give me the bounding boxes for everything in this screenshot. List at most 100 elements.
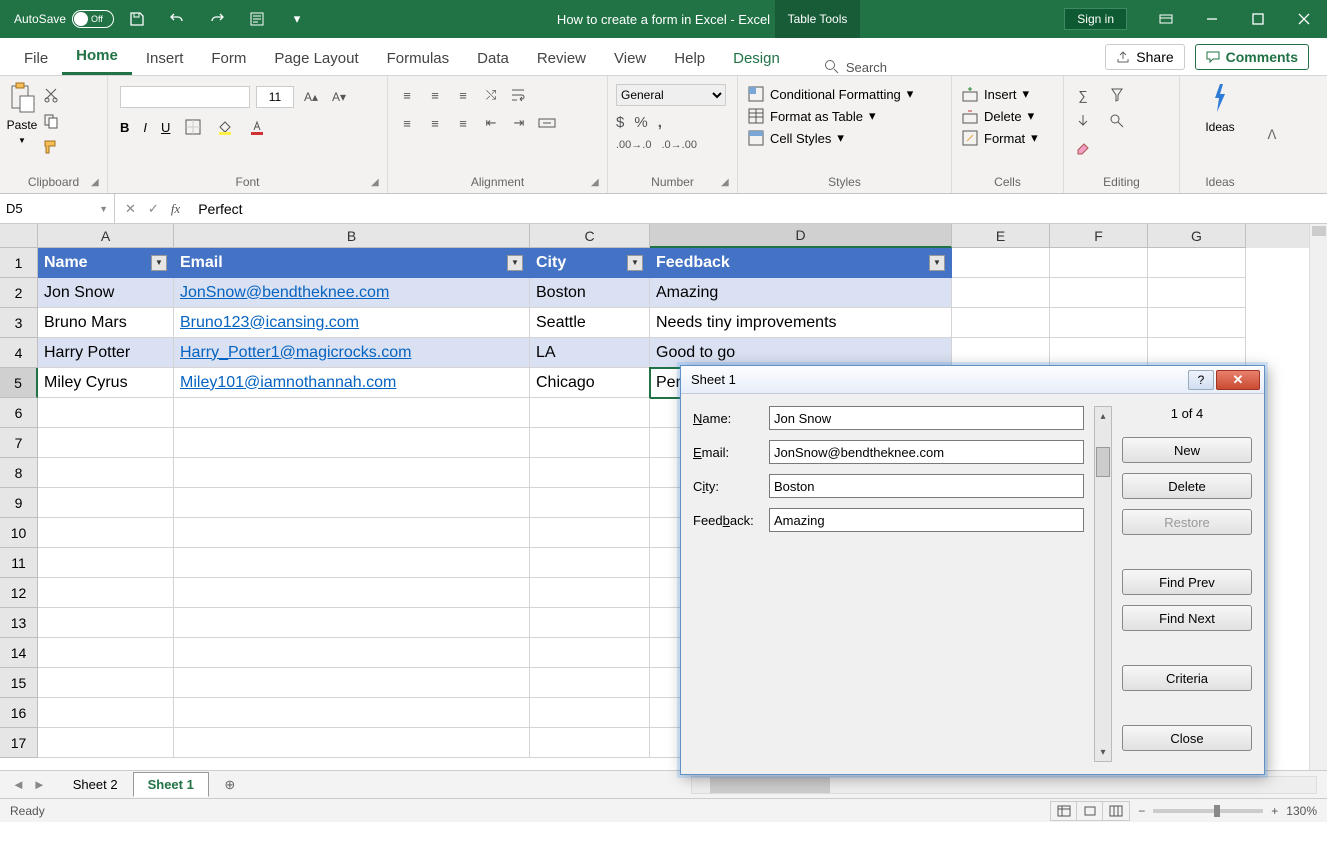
bold-button[interactable]: B <box>120 120 129 135</box>
number-launcher[interactable]: ◢ <box>721 177 735 191</box>
cell[interactable] <box>952 308 1050 338</box>
minimize-icon[interactable] <box>1189 0 1235 38</box>
cell[interactable] <box>38 728 174 758</box>
paste-button[interactable]: Paste ▼ <box>6 82 38 145</box>
cell[interactable]: Feedback▼ <box>650 248 952 278</box>
align-middle-icon[interactable]: ≡ <box>426 86 444 104</box>
search-box[interactable]: Search <box>824 59 887 75</box>
column-header[interactable]: A <box>38 224 174 248</box>
decrease-decimal-icon[interactable]: .0→.00 <box>661 139 696 151</box>
column-header[interactable]: F <box>1050 224 1148 248</box>
align-left-icon[interactable]: ≡ <box>398 114 416 132</box>
row-header[interactable]: 5 <box>0 368 38 398</box>
zoom-level[interactable]: 130% <box>1286 804 1317 818</box>
font-name-input[interactable] <box>120 86 250 108</box>
qat-customize-icon[interactable]: ▾ <box>286 8 308 30</box>
ideas-button[interactable]: Ideas <box>1205 82 1235 134</box>
dialog-close-icon[interactable]: ✕ <box>1216 370 1260 390</box>
cell[interactable] <box>530 578 650 608</box>
row-header[interactable]: 4 <box>0 338 38 368</box>
tab-help[interactable]: Help <box>660 42 719 75</box>
select-all-corner[interactable] <box>0 224 38 248</box>
tab-form[interactable]: Form <box>197 42 260 75</box>
cell[interactable] <box>174 488 530 518</box>
filter-icon[interactable]: ▼ <box>507 255 523 271</box>
align-bottom-icon[interactable]: ≡ <box>454 86 472 104</box>
signin-button[interactable]: Sign in <box>1064 8 1127 30</box>
cancel-formula-icon[interactable]: ✕ <box>125 201 136 217</box>
dialog-scrollbar[interactable]: ▴ ▾ <box>1094 406 1112 762</box>
italic-button[interactable]: I <box>143 120 147 135</box>
alignment-launcher[interactable]: ◢ <box>591 177 605 191</box>
cell[interactable] <box>38 548 174 578</box>
cell[interactable]: Name▼ <box>38 248 174 278</box>
page-break-view-icon[interactable] <box>1103 802 1129 820</box>
cell[interactable] <box>38 608 174 638</box>
cell[interactable] <box>174 608 530 638</box>
filter-icon[interactable]: ▼ <box>627 255 643 271</box>
row-header[interactable]: 6 <box>0 398 38 428</box>
row-header[interactable]: 13 <box>0 608 38 638</box>
conditional-formatting-button[interactable]: Conditional Formatting ▾ <box>748 86 913 102</box>
cell[interactable] <box>38 518 174 548</box>
fx-icon[interactable]: fx <box>171 201 180 217</box>
cell[interactable] <box>530 698 650 728</box>
tab-home[interactable]: Home <box>62 39 132 75</box>
redo-icon[interactable] <box>206 8 228 30</box>
cell[interactable]: Amazing <box>650 278 952 308</box>
row-header[interactable]: 11 <box>0 548 38 578</box>
column-header[interactable]: G <box>1148 224 1246 248</box>
cell[interactable]: Miley Cyrus <box>38 368 174 398</box>
clipboard-launcher[interactable]: ◢ <box>91 177 105 191</box>
fill-color-icon[interactable] <box>216 118 234 136</box>
format-as-table-button[interactable]: Format as Table ▾ <box>748 108 876 124</box>
row-header[interactable]: 8 <box>0 458 38 488</box>
cell[interactable]: Bruno Mars <box>38 308 174 338</box>
zoom-in-icon[interactable]: + <box>1271 804 1278 818</box>
save-icon[interactable] <box>126 8 148 30</box>
sheet-nav-prev-icon[interactable]: ◄ <box>12 777 25 792</box>
fill-icon[interactable] <box>1074 112 1092 130</box>
row-header[interactable]: 12 <box>0 578 38 608</box>
column-header[interactable]: B <box>174 224 530 248</box>
cell[interactable] <box>38 578 174 608</box>
cell[interactable]: City▼ <box>530 248 650 278</box>
form-findnext-button[interactable]: Find Next <box>1122 605 1252 631</box>
collapse-ribbon-icon[interactable]: ᐱ <box>1260 76 1284 193</box>
tab-file[interactable]: File <box>10 42 62 75</box>
find-select-icon[interactable] <box>1108 112 1126 130</box>
number-format-select[interactable]: General <box>616 84 726 106</box>
cell[interactable]: JonSnow@bendtheknee.com <box>174 278 530 308</box>
filter-icon[interactable]: ▼ <box>151 255 167 271</box>
font-launcher[interactable]: ◢ <box>371 177 385 191</box>
ribbon-display-options-icon[interactable] <box>1143 0 1189 38</box>
cell[interactable] <box>530 608 650 638</box>
filter-icon[interactable]: ▼ <box>929 255 945 271</box>
page-layout-view-icon[interactable] <box>1077 802 1103 820</box>
row-header[interactable]: 14 <box>0 638 38 668</box>
cell[interactable] <box>530 458 650 488</box>
form-new-button[interactable]: New <box>1122 437 1252 463</box>
add-sheet-icon[interactable]: ⊕ <box>219 774 241 796</box>
comments-button[interactable]: Comments <box>1195 44 1309 70</box>
delete-button[interactable]: Delete ▾ <box>962 108 1034 124</box>
cell[interactable] <box>530 638 650 668</box>
cell[interactable] <box>174 668 530 698</box>
column-header[interactable]: C <box>530 224 650 248</box>
cut-icon[interactable] <box>42 86 60 104</box>
row-header[interactable]: 17 <box>0 728 38 758</box>
sheet-tab-sheet1[interactable]: Sheet 1 <box>133 772 209 797</box>
cell[interactable]: LA <box>530 338 650 368</box>
form-delete-button[interactable]: Delete <box>1122 473 1252 499</box>
cell[interactable] <box>174 728 530 758</box>
normal-view-icon[interactable] <box>1051 802 1077 820</box>
cell[interactable] <box>530 398 650 428</box>
tab-formulas[interactable]: Formulas <box>373 42 464 75</box>
autosum-icon[interactable]: ∑ <box>1074 86 1092 104</box>
form-restore-button[interactable]: Restore <box>1122 509 1252 535</box>
dialog-help-icon[interactable]: ? <box>1188 370 1214 390</box>
zoom-out-icon[interactable]: − <box>1138 804 1145 818</box>
tab-insert[interactable]: Insert <box>132 42 198 75</box>
autosave-toggle[interactable]: Off <box>72 10 114 28</box>
dialog-titlebar[interactable]: Sheet 1 ? ✕ <box>681 366 1264 394</box>
